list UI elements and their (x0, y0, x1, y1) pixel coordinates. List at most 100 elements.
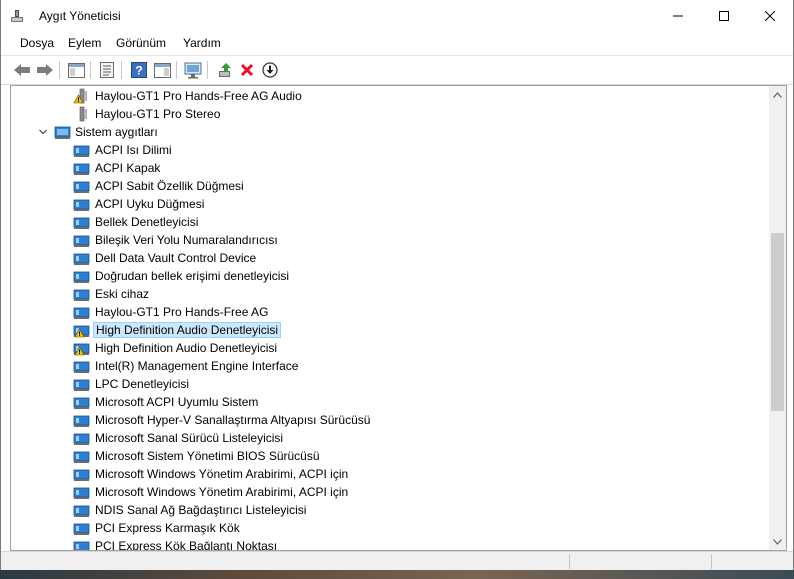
menu-bar: Dosya Eylem Görünüm Yardım (1, 32, 793, 54)
update-driver-icon (219, 63, 231, 77)
system-device-icon (73, 520, 91, 536)
device-manager-window: Aygıt Yöneticisi Dosya Eylem Görünüm Yar… (0, 0, 794, 571)
tree-item-label: Bileşik Veri Yolu Numaralandırıcısı (95, 233, 278, 247)
show-hide-console-tree-icon (67, 62, 85, 78)
system-device-icon (73, 466, 91, 482)
tree-item-label: ACPI Uyku Düğmesi (95, 197, 205, 211)
tree-item[interactable]: NDIS Sanal Ağ Bağdaştırıcı Listeleyicisi (11, 501, 771, 519)
properties-button[interactable] (97, 60, 117, 80)
forward-button[interactable] (35, 60, 55, 80)
download-circle-icon (262, 62, 278, 78)
menu-eylem[interactable]: Eylem (68, 36, 101, 50)
help-icon: ? (131, 62, 147, 78)
back-button[interactable] (12, 60, 32, 80)
system-device-icon (73, 538, 91, 550)
tree-item[interactable]: Doğrudan bellek erişimi denetleyicisi (11, 267, 771, 285)
system-device-icon (73, 502, 91, 518)
system-device-icon (73, 178, 91, 194)
uninstall-device-button[interactable] (237, 60, 257, 80)
system-device-warning-icon (73, 322, 91, 338)
system-device-icon (73, 214, 91, 230)
tree-item-label: High Definition Audio Denetleyicisi (93, 322, 282, 338)
tree-item-label: LPC Denetleyicisi (95, 377, 190, 391)
menu-dosya[interactable]: Dosya (20, 36, 54, 50)
tree-item-label: Intel(R) Management Engine Interface (95, 359, 299, 373)
tree-item-label: Microsoft Sistem Yönetimi BIOS Sürücüsü (95, 449, 320, 463)
action-pane-icon (153, 62, 171, 78)
system-device-icon (73, 196, 91, 212)
status-bar (1, 551, 793, 571)
update-driver-button[interactable] (215, 60, 235, 80)
tree-item[interactable]: Microsoft Windows Yönetim Arabirimi, ACP… (11, 483, 771, 501)
tree-item[interactable]: ACPI Isı Dilimi (11, 141, 771, 159)
tree-item-label: ACPI Kapak (95, 161, 161, 175)
tree-item-label: Eski cihaz (95, 287, 150, 301)
audio-device-icon (73, 106, 91, 122)
svg-text:?: ? (135, 64, 142, 78)
tree-item[interactable]: LPC Denetleyicisi (11, 375, 771, 393)
tree-item[interactable]: High Definition Audio Denetleyicisi (11, 321, 771, 339)
tree-item[interactable]: Microsoft ACPI Uyumlu Sistem (11, 393, 771, 411)
system-device-icon (73, 430, 91, 446)
tree-category-sistem-ayg-tlar[interactable]: Sistem aygıtları (11, 123, 771, 141)
tree-item[interactable]: Microsoft Sistem Yönetimi BIOS Sürücüsü (11, 447, 771, 465)
tree-item-label: PCI Express Karmaşık Kök (95, 521, 240, 535)
tree-item[interactable]: Intel(R) Management Engine Interface (11, 357, 771, 375)
tree-item[interactable]: High Definition Audio Denetleyicisi (11, 339, 771, 357)
close-button[interactable] (747, 0, 793, 32)
tree-item-label: Microsoft Windows Yönetim Arabirimi, ACP… (95, 485, 349, 499)
system-device-icon (73, 142, 91, 158)
chevron-up-icon (773, 91, 782, 98)
tree-item[interactable]: Bileşik Veri Yolu Numaralandırıcısı (11, 231, 771, 249)
menu-yardim[interactable]: Yardım (183, 36, 221, 50)
status-divider (569, 554, 570, 569)
minimize-button[interactable] (655, 0, 701, 32)
system-device-icon (73, 268, 91, 284)
tree-item[interactable]: PCI Express Karmaşık Kök (11, 519, 771, 537)
tree-item-label: Haylou-GT1 Pro Hands-Free AG Audio (95, 89, 302, 103)
scrollbar-thumb[interactable] (771, 233, 784, 411)
help-button[interactable]: ? (129, 60, 149, 80)
back-arrow-icon (14, 64, 30, 76)
system-device-icon (73, 484, 91, 500)
uninstall-x-icon (240, 63, 254, 77)
monitor-scan-icon (184, 62, 202, 78)
title-bar[interactable]: Aygıt Yöneticisi (1, 0, 793, 32)
scroll-up-button[interactable] (769, 86, 786, 103)
scan-hardware-button[interactable] (183, 60, 203, 80)
system-devices-category-icon (54, 124, 72, 140)
system-device-icon (73, 376, 91, 392)
tree-item-label: Bellek Denetleyicisi (95, 215, 199, 229)
tree-item[interactable]: ACPI Kapak (11, 159, 771, 177)
system-device-icon (73, 286, 91, 302)
system-device-warning-icon (73, 340, 91, 356)
tree-item[interactable]: Microsoft Hyper-V Sanallaştırma Altyapıs… (11, 411, 771, 429)
maximize-icon (719, 11, 729, 21)
maximize-button[interactable] (701, 0, 747, 32)
tree-item[interactable]: Dell Data Vault Control Device (11, 249, 771, 267)
scroll-down-button[interactable] (769, 533, 786, 550)
chevron-expanded-icon[interactable] (37, 126, 49, 138)
menu-gorunum[interactable]: Görünüm (116, 36, 166, 50)
tree-item[interactable]: Haylou-GT1 Pro Hands-Free AG Audio (11, 87, 771, 105)
tree-item[interactable]: Eski cihaz (11, 285, 771, 303)
tree-item[interactable]: Haylou-GT1 Pro Hands-Free AG (11, 303, 771, 321)
forward-arrow-icon (37, 64, 53, 76)
action-pane-button[interactable] (152, 60, 172, 80)
tree-item[interactable]: ACPI Sabit Özellik Düğmesi (11, 177, 771, 195)
vertical-scrollbar[interactable] (769, 86, 786, 550)
system-device-icon (73, 358, 91, 374)
disable-device-button[interactable] (260, 60, 280, 80)
device-manager-icon (11, 10, 23, 22)
tree-item[interactable]: Haylou-GT1 Pro Stereo (11, 105, 771, 123)
system-device-icon (73, 232, 91, 248)
show-hide-console-tree-button[interactable] (66, 60, 86, 80)
device-tree[interactable]: Haylou-GT1 Pro Hands-Free AG Audio Haylou… (10, 85, 787, 551)
tree-item-label: ACPI Sabit Özellik Düğmesi (95, 179, 244, 193)
tree-item[interactable]: Microsoft Sanal Sürücü Listeleyicisi (11, 429, 771, 447)
tree-item[interactable]: ACPI Uyku Düğmesi (11, 195, 771, 213)
tree-item-label: Microsoft Sanal Sürücü Listeleyicisi (95, 431, 284, 445)
tree-item[interactable]: Microsoft Windows Yönetim Arabirimi, ACP… (11, 465, 771, 483)
tree-item[interactable]: PCI Express Kök Bağlantı Noktası (11, 537, 771, 550)
tree-item[interactable]: Bellek Denetleyicisi (11, 213, 771, 231)
